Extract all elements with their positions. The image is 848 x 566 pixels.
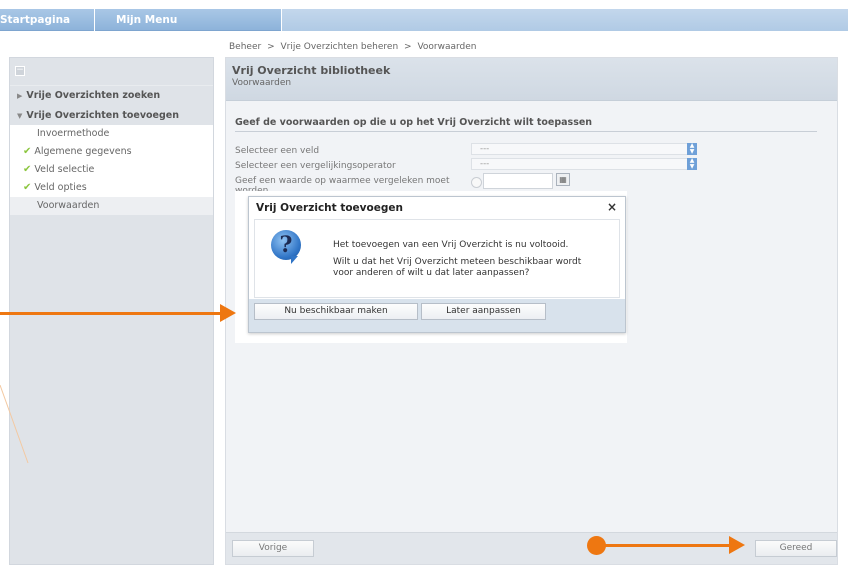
dialog-footer: Nu beschikbaar maken Later aanpassen bbox=[249, 299, 625, 332]
instruction-text: Geef de voorwaarden op die u op het Vrij… bbox=[235, 117, 593, 128]
annotation-arrow-line bbox=[600, 544, 730, 547]
breadcrumb-vrije-overzichten-beheren[interactable]: Vrije Overzichten beheren bbox=[281, 42, 399, 52]
sidebar-item-algemene-gegevens[interactable]: ✔ Algemene gegevens bbox=[10, 143, 213, 161]
sidebar-item-label: Veld opties bbox=[34, 182, 87, 193]
checkmark-icon: ✔ bbox=[23, 164, 32, 175]
top-menu-bar: Startpagina Mijn Menu bbox=[0, 9, 848, 31]
menu-startpagina[interactable]: Startpagina bbox=[0, 9, 95, 31]
breadcrumb-beheer[interactable]: Beheer bbox=[229, 42, 261, 52]
field-veld-label: Selecteer een veld bbox=[235, 146, 320, 156]
sidebar-item-label: Veld selectie bbox=[34, 164, 95, 175]
minus-icon[interactable]: − bbox=[15, 66, 25, 76]
sidebar-item-veld-opties[interactable]: ✔ Veld opties bbox=[10, 179, 213, 197]
later-aanpassen-button[interactable]: Later aanpassen bbox=[421, 303, 546, 320]
sidebar-item-invoermethode[interactable]: Invoermethode bbox=[10, 125, 213, 143]
main-header: Vrij Overzicht bibliotheek Voorwaarden bbox=[226, 58, 837, 101]
decorative-curve bbox=[0, 385, 29, 464]
triangle-down-icon: ▼ bbox=[17, 112, 23, 120]
annotation-arrow-head bbox=[220, 304, 236, 322]
nu-beschikbaar-maken-button[interactable]: Nu beschikbaar maken bbox=[254, 303, 418, 320]
sidebar-steps: Invoermethode ✔ Algemene gegevens ✔ Veld s… bbox=[10, 125, 213, 215]
breadcrumb-separator: > bbox=[267, 42, 275, 52]
sidebar-item-label: Algemene gegevens bbox=[34, 146, 132, 157]
top-menu-bar-filler bbox=[282, 9, 848, 31]
menu-mijn-menu[interactable]: Mijn Menu bbox=[104, 9, 282, 31]
sidebar-section-zoeken[interactable]: ▶ Vrije Overzichten zoeken bbox=[10, 85, 213, 104]
sidebar-section-toevoegen[interactable]: ▼ Vrije Overzichten toevoegen bbox=[10, 106, 213, 125]
breadcrumb: Beheer > Vrije Overzichten beheren > Voo… bbox=[229, 42, 480, 52]
updown-arrow-icon: ▲ ▼ bbox=[687, 158, 697, 170]
operator-select[interactable]: --- ▲ ▼ bbox=[471, 158, 697, 170]
dialog-vrij-overzicht-toevoegen: Vrij Overzicht toevoegen × ? Het toevoeg… bbox=[248, 196, 626, 333]
updown-arrow-icon: ▲ ▼ bbox=[687, 143, 697, 155]
calendar-icon[interactable]: ▦ bbox=[556, 173, 570, 186]
vorige-button[interactable]: Vorige bbox=[232, 540, 314, 557]
annotation-arrow-head bbox=[729, 536, 745, 554]
field-operator-label: Selecteer een vergelijkingsoperator bbox=[235, 161, 396, 171]
annotation-arrow-line bbox=[0, 312, 222, 315]
checkmark-icon: ✔ bbox=[23, 182, 32, 193]
veld-select[interactable]: --- ▲ ▼ bbox=[471, 143, 697, 155]
dialog-title: Vrij Overzicht toevoegen bbox=[256, 202, 403, 214]
page-title: Vrij Overzicht bibliotheek bbox=[232, 64, 391, 77]
breadcrumb-voorwaarden: Voorwaarden bbox=[417, 42, 477, 52]
dialog-message-question: Wilt u dat het Vrij Overzicht meteen bes… bbox=[333, 257, 582, 278]
dialog-titlebar: Vrij Overzicht toevoegen × bbox=[249, 197, 625, 219]
triangle-right-icon: ▶ bbox=[17, 92, 23, 100]
sidebar-item-label: Voorwaarden bbox=[37, 200, 100, 211]
bottom-bar: Vorige Gereed bbox=[226, 532, 837, 564]
gereed-button[interactable]: Gereed bbox=[755, 540, 837, 557]
veld-select-value: --- bbox=[480, 144, 490, 154]
operator-select-value: --- bbox=[480, 159, 490, 169]
breadcrumb-separator: > bbox=[404, 42, 412, 52]
sidebar: − ▶ Vrije Overzichten zoeken ▼ Vrije Overz… bbox=[9, 57, 214, 565]
sidebar-item-voorwaarden[interactable]: Voorwaarden bbox=[10, 197, 213, 215]
checkmark-icon: ✔ bbox=[23, 146, 32, 157]
question-icon-tail bbox=[291, 256, 298, 264]
waarde-input[interactable] bbox=[483, 173, 553, 189]
dialog-message-complete: Het toevoegen van een Vrij Overzicht is … bbox=[333, 240, 569, 250]
sidebar-section-label: Vrije Overzichten toevoegen bbox=[26, 110, 180, 121]
page-subtitle: Voorwaarden bbox=[232, 78, 292, 88]
divider bbox=[235, 131, 817, 132]
sidebar-item-label: Invoermethode bbox=[37, 128, 110, 139]
waarde-radio[interactable] bbox=[471, 177, 482, 188]
close-icon[interactable]: × bbox=[607, 200, 617, 214]
screen: Startpagina Mijn Menu Beheer > Vrije Ove… bbox=[0, 0, 848, 566]
sidebar-section-label: Vrije Overzichten zoeken bbox=[26, 90, 161, 101]
sidebar-item-veld-selectie[interactable]: ✔ Veld selectie bbox=[10, 161, 213, 179]
